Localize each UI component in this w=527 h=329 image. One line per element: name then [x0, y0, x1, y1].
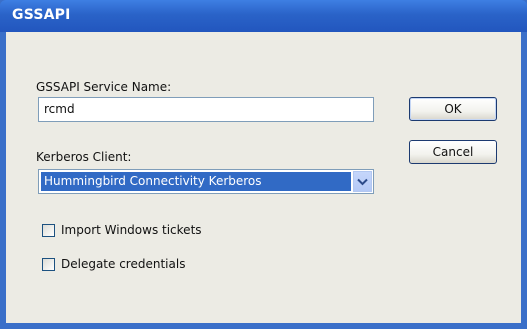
- dropdown-button[interactable]: [353, 171, 372, 192]
- cancel-button[interactable]: Cancel: [409, 140, 497, 164]
- import-windows-tickets-option[interactable]: Import Windows tickets: [42, 223, 202, 237]
- service-name-label: GSSAPI Service Name:: [36, 80, 172, 94]
- kerberos-client-label: Kerberos Client:: [36, 150, 132, 164]
- service-name-input[interactable]: rcmd: [38, 97, 374, 122]
- chevron-down-icon: [357, 178, 368, 185]
- delegate-credentials-option[interactable]: Delegate credentials: [42, 257, 185, 271]
- import-windows-tickets-label: Import Windows tickets: [61, 223, 202, 237]
- kerberos-client-selected: Hummingbird Connectivity Kerberos: [41, 172, 351, 191]
- title-bar[interactable]: GSSAPI: [0, 0, 527, 32]
- gssapi-dialog: GSSAPI GSSAPI Service Name: rcmd Kerbero…: [0, 0, 527, 329]
- kerberos-client-select[interactable]: Hummingbird Connectivity Kerberos: [38, 169, 374, 194]
- service-name-value: rcmd: [44, 102, 75, 116]
- import-windows-tickets-checkbox[interactable]: [42, 223, 55, 237]
- ok-button[interactable]: OK: [409, 97, 497, 121]
- delegate-credentials-checkbox[interactable]: [42, 257, 55, 271]
- dialog-title: GSSAPI: [12, 7, 71, 23]
- delegate-credentials-label: Delegate credentials: [61, 257, 186, 271]
